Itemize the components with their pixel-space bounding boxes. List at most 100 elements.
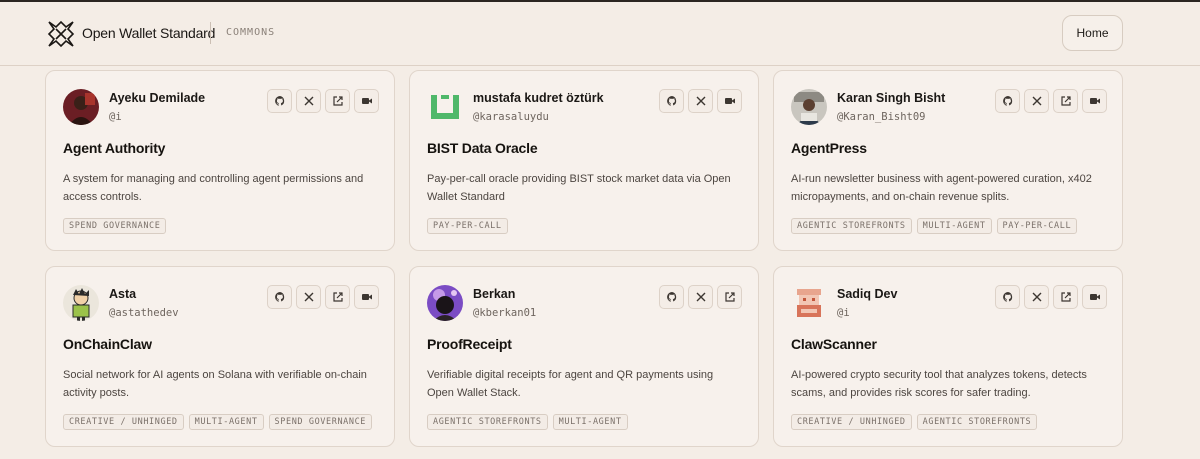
video-button[interactable] bbox=[354, 89, 379, 113]
external-link-icon bbox=[1060, 96, 1071, 106]
author-handle[interactable]: @i bbox=[837, 307, 850, 319]
brand-name[interactable]: Open Wallet Standard bbox=[82, 25, 215, 41]
project-title[interactable]: ClawScanner bbox=[791, 336, 877, 352]
external-link-icon bbox=[724, 292, 735, 302]
tag: MULTI-AGENT bbox=[916, 218, 992, 234]
tag-list: CREATIVE / UNHINGED AGENTIC STOREFRONTS bbox=[791, 414, 1038, 430]
author-name: Sadiq Dev bbox=[837, 287, 898, 301]
tag: CREATIVE / UNHINGED bbox=[63, 414, 184, 430]
video-button[interactable] bbox=[1082, 285, 1107, 309]
header-divider bbox=[210, 22, 211, 44]
github-icon bbox=[274, 96, 284, 106]
external-link-button[interactable] bbox=[325, 285, 350, 309]
external-link-icon bbox=[332, 292, 343, 302]
author-handle[interactable]: @astathedev bbox=[109, 307, 179, 319]
author-handle[interactable]: @kberkan01 bbox=[473, 307, 536, 319]
github-button[interactable] bbox=[659, 89, 684, 113]
github-icon bbox=[1002, 96, 1012, 106]
project-description: Social network for AI agents on Solana w… bbox=[63, 369, 367, 399]
project-card-agentpress[interactable]: Karan Singh Bisht @Karan_Bisht09 AgentPr… bbox=[773, 70, 1123, 251]
github-button[interactable] bbox=[659, 285, 684, 309]
author-name: Asta bbox=[109, 287, 137, 301]
x-button[interactable] bbox=[1024, 89, 1049, 113]
video-icon bbox=[361, 98, 372, 104]
x-button[interactable] bbox=[296, 285, 321, 309]
video-icon bbox=[361, 294, 372, 300]
tag: CREATIVE / UNHINGED bbox=[791, 414, 912, 430]
avatar bbox=[427, 285, 463, 321]
tag: PAY-PER-CALL bbox=[996, 218, 1078, 234]
project-card-proofreceipt[interactable]: Berkan @kberkan01 ProofReceipt Verifiabl… bbox=[409, 266, 759, 447]
card-actions bbox=[659, 89, 742, 113]
video-icon bbox=[1089, 294, 1100, 300]
x-icon bbox=[304, 292, 313, 302]
card-actions bbox=[995, 89, 1107, 113]
author-handle[interactable]: @Karan_Bisht09 bbox=[837, 111, 926, 123]
project-title[interactable]: ProofReceipt bbox=[427, 336, 512, 352]
project-card-bist-data-oracle[interactable]: mustafa kudret öztürk @karasaluydu BIST … bbox=[409, 70, 759, 251]
external-link-button[interactable] bbox=[717, 285, 742, 309]
avatar bbox=[63, 89, 99, 125]
github-button[interactable] bbox=[995, 285, 1020, 309]
github-icon bbox=[666, 96, 676, 106]
tag-list: AGENTIC STOREFRONTS MULTI-AGENT PAY-PER-… bbox=[791, 218, 1078, 234]
card-actions bbox=[659, 285, 742, 309]
x-icon bbox=[696, 292, 705, 302]
card-actions bbox=[267, 89, 379, 113]
github-icon bbox=[1002, 292, 1012, 302]
author-handle[interactable]: @i bbox=[109, 111, 122, 123]
tag-list: CREATIVE / UNHINGED MULTI-AGENT SPEND GO… bbox=[63, 414, 373, 430]
project-title[interactable]: OnChainClaw bbox=[63, 336, 152, 352]
x-icon bbox=[696, 96, 705, 106]
author-name: mustafa kudret öztürk bbox=[473, 91, 604, 105]
avatar bbox=[63, 285, 99, 321]
x-button[interactable] bbox=[1024, 285, 1049, 309]
video-icon bbox=[724, 98, 735, 104]
open-wallet-logo-icon[interactable] bbox=[46, 19, 76, 49]
project-card-agent-authority[interactable]: Ayeku Demilade @i Agent Authority A syst… bbox=[45, 70, 395, 251]
project-title[interactable]: AgentPress bbox=[791, 140, 867, 156]
project-title[interactable]: Agent Authority bbox=[63, 140, 165, 156]
tag: AGENTIC STOREFRONTS bbox=[916, 414, 1038, 430]
project-description: A system for managing and controlling ag… bbox=[63, 173, 364, 203]
tag: MULTI-AGENT bbox=[188, 414, 264, 430]
author-name: Ayeku Demilade bbox=[109, 91, 206, 105]
project-card-onchainclaw[interactable]: Asta @astathedev OnChainClaw Social netw… bbox=[45, 266, 395, 447]
home-button[interactable]: Home bbox=[1062, 15, 1123, 51]
author-handle[interactable]: @karasaluydu bbox=[473, 111, 549, 123]
video-button[interactable] bbox=[1082, 89, 1107, 113]
project-title[interactable]: BIST Data Oracle bbox=[427, 140, 538, 156]
x-button[interactable] bbox=[688, 285, 713, 309]
external-link-button[interactable] bbox=[1053, 89, 1078, 113]
video-button[interactable] bbox=[354, 285, 379, 309]
project-card-clawscanner[interactable]: Sadiq Dev @i ClawScanner AI-powered cryp… bbox=[773, 266, 1123, 447]
tag-list: PAY-PER-CALL bbox=[427, 218, 508, 234]
card-actions bbox=[267, 285, 379, 309]
x-icon bbox=[1032, 292, 1041, 302]
x-icon bbox=[1032, 96, 1041, 106]
author-name: Karan Singh Bisht bbox=[837, 91, 946, 105]
github-icon bbox=[274, 292, 284, 302]
github-button[interactable] bbox=[267, 89, 292, 113]
section-label: COMMONS bbox=[226, 27, 276, 38]
author-name: Berkan bbox=[473, 287, 516, 301]
project-description: AI-run newsletter business with agent-po… bbox=[791, 173, 1092, 203]
project-description: Verifiable digital receipts for agent an… bbox=[427, 369, 714, 399]
tag: MULTI-AGENT bbox=[552, 414, 628, 430]
external-link-button[interactable] bbox=[325, 89, 350, 113]
video-button[interactable] bbox=[717, 89, 742, 113]
x-icon bbox=[304, 96, 313, 106]
video-icon bbox=[1089, 98, 1100, 104]
github-button[interactable] bbox=[995, 89, 1020, 113]
tag-list: AGENTIC STOREFRONTS MULTI-AGENT bbox=[427, 414, 628, 430]
tag: SPEND GOVERNANCE bbox=[268, 414, 373, 430]
x-button[interactable] bbox=[296, 89, 321, 113]
github-button[interactable] bbox=[267, 285, 292, 309]
external-link-icon bbox=[1060, 292, 1071, 302]
x-button[interactable] bbox=[688, 89, 713, 113]
tag: PAY-PER-CALL bbox=[427, 218, 508, 234]
avatar bbox=[791, 89, 827, 125]
avatar bbox=[427, 89, 463, 125]
external-link-button[interactable] bbox=[1053, 285, 1078, 309]
avatar bbox=[791, 285, 827, 321]
